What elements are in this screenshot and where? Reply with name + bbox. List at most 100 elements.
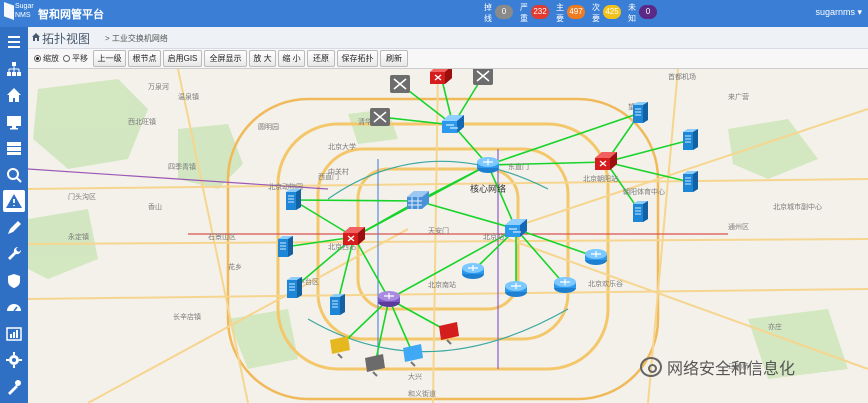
topology-link[interactable] (388, 298, 414, 355)
workstation-icon[interactable] (365, 354, 385, 377)
alarm-badge[interactable]: 主要 497 (552, 2, 588, 25)
workstation-icon[interactable] (403, 344, 423, 367)
server-icon[interactable] (287, 277, 302, 298)
sidebar-item-shield[interactable] (3, 270, 25, 292)
map-place-label: 首都机场 (668, 72, 696, 81)
sidebar-item-dashboard[interactable] (3, 296, 25, 318)
router-icon[interactable] (462, 263, 484, 279)
server-icon[interactable] (633, 102, 648, 123)
alarm-label: 次要 (592, 3, 600, 23)
toolbar-button[interactable]: 上一级 (93, 50, 126, 67)
workstation-icon[interactable] (439, 322, 459, 345)
router-icon[interactable] (554, 277, 576, 293)
logo: Sugar NMS (4, 2, 34, 25)
sidebar-item-server[interactable] (3, 137, 25, 159)
map-place-label: 朝阳体育中心 (623, 187, 665, 196)
topology-link[interactable] (487, 112, 641, 166)
topology-map[interactable]: 温泉镇圆明园北京大学清华大学中关村北京动物园西直门北京西站天安门北京站东直门北京… (28, 69, 868, 403)
sidebar-item-wrench[interactable] (3, 243, 25, 265)
map-place-label: 来广营 (728, 92, 749, 101)
map-place-label: 通州区 (728, 222, 749, 231)
server-icon[interactable] (286, 189, 301, 210)
warning-icon (6, 194, 22, 208)
switch-icon[interactable] (442, 115, 464, 133)
logo-line2: NMS (15, 12, 31, 19)
alarm-badge[interactable]: 掉线 0 (480, 2, 516, 25)
breadcrumb-sub: > 工业交换机网络 (105, 34, 168, 43)
map-place-label: 西北旺镇 (128, 117, 156, 126)
map-place-label: 永定镇 (68, 232, 89, 241)
watermark-text: 网络安全和信息化 (667, 361, 796, 378)
topology-link[interactable] (487, 161, 607, 166)
offline-switch-icon[interactable] (473, 69, 493, 85)
alarm-count: 0 (639, 5, 657, 19)
server-icon[interactable] (633, 201, 648, 222)
map-canvas[interactable]: 温泉镇圆明园北京大学清华大学中关村北京动物园西直门北京西站天安门北京站东直门北京… (28, 69, 868, 403)
dashboard-icon (7, 304, 21, 312)
wrench-icon (8, 246, 22, 260)
user-menu[interactable]: sugarnms ▾ (815, 7, 862, 18)
map-place-label: 北京欢乐谷 (588, 279, 623, 288)
router-icon[interactable] (378, 291, 400, 307)
logo-line1: Sugar (15, 3, 34, 10)
sidebar-item-topology[interactable] (3, 58, 25, 80)
router-icon[interactable] (505, 281, 527, 297)
alarm-device-icon[interactable] (595, 152, 617, 170)
top-bar: Sugar NMS 智和网管平台 掉线 0 严重 232 主要 497 次要 425 未知 0 s… (0, 0, 868, 27)
workstation-icon[interactable] (330, 336, 350, 359)
map-place-label: 东直门 (508, 162, 529, 171)
alarm-badge[interactable]: 次要 425 (588, 2, 624, 25)
core-router-icon[interactable] (477, 157, 499, 173)
topology-link[interactable] (292, 199, 419, 202)
alarm-device-icon[interactable] (430, 69, 452, 84)
map-place-label: 大兴 (408, 372, 422, 381)
server-icon[interactable] (330, 294, 345, 315)
offline-switch-icon[interactable] (370, 108, 390, 126)
map-place-label: 北京朝阳站 (583, 174, 618, 183)
sidebar-item-warning[interactable] (3, 190, 25, 212)
sidebar-item-menu[interactable] (3, 31, 25, 53)
sidebar-item-pencil[interactable] (3, 217, 25, 239)
alarm-badge[interactable]: 严重 232 (516, 2, 552, 25)
sidebar (0, 27, 28, 403)
server-icon[interactable] (683, 171, 698, 192)
toolbar-button[interactable]: 启用GIS (163, 50, 202, 67)
sidebar-item-tool[interactable] (3, 376, 25, 398)
sidebar-item-report[interactable] (3, 323, 25, 345)
alarm-badge[interactable]: 未知 0 (624, 2, 660, 25)
radio-zoom[interactable]: 缩放 (34, 53, 59, 64)
toolbar-button[interactable]: 根节点 (128, 50, 161, 67)
sidebar-item-home[interactable] (3, 84, 25, 106)
alarm-label: 主要 (556, 3, 564, 23)
alarm-count: 425 (603, 5, 621, 19)
report-icon (6, 326, 22, 341)
server-icon[interactable] (278, 236, 293, 257)
radio-zoom-label: 缩放 (43, 54, 59, 63)
sidebar-item-monitor[interactable] (3, 111, 25, 133)
home-icon (32, 33, 40, 41)
alarm-label: 严重 (520, 3, 528, 23)
toolbar-button[interactable]: 放 大 (249, 50, 276, 67)
toolbar-button[interactable]: 还原 (307, 50, 335, 67)
topology-link[interactable] (417, 200, 517, 230)
server-icon[interactable] (683, 129, 698, 150)
firewall-icon[interactable] (407, 191, 429, 209)
toolbar-button[interactable]: 保存拓扑 (337, 50, 378, 67)
toolbar-button[interactable]: 全屏显示 (204, 50, 247, 67)
offline-switch-icon[interactable] (390, 75, 410, 93)
map-place-label: 香山 (148, 202, 162, 211)
sidebar-item-gear[interactable] (3, 349, 25, 371)
map-place-label: 石景山区 (208, 232, 236, 241)
page-title: 拓扑视图 (42, 32, 91, 46)
router-icon[interactable] (585, 249, 607, 265)
radio-pan[interactable]: 平移 (63, 53, 88, 64)
toolbar-button[interactable]: 缩 小 (278, 50, 305, 67)
toolbar: 缩放 平移 上一级 根节点 启用GIS 全屏显示放 大缩 小还原 保存拓扑 刷新 (28, 49, 868, 69)
toolbar-button[interactable]: 刷新 (380, 50, 408, 67)
sidebar-item-search[interactable] (3, 164, 25, 186)
map-place-label: 北京大学 (328, 142, 356, 151)
server-icon (7, 142, 21, 155)
monitor-icon (7, 115, 21, 129)
alarm-label: 掉线 (484, 3, 492, 23)
map-place-label: 四季青镇 (168, 162, 196, 171)
